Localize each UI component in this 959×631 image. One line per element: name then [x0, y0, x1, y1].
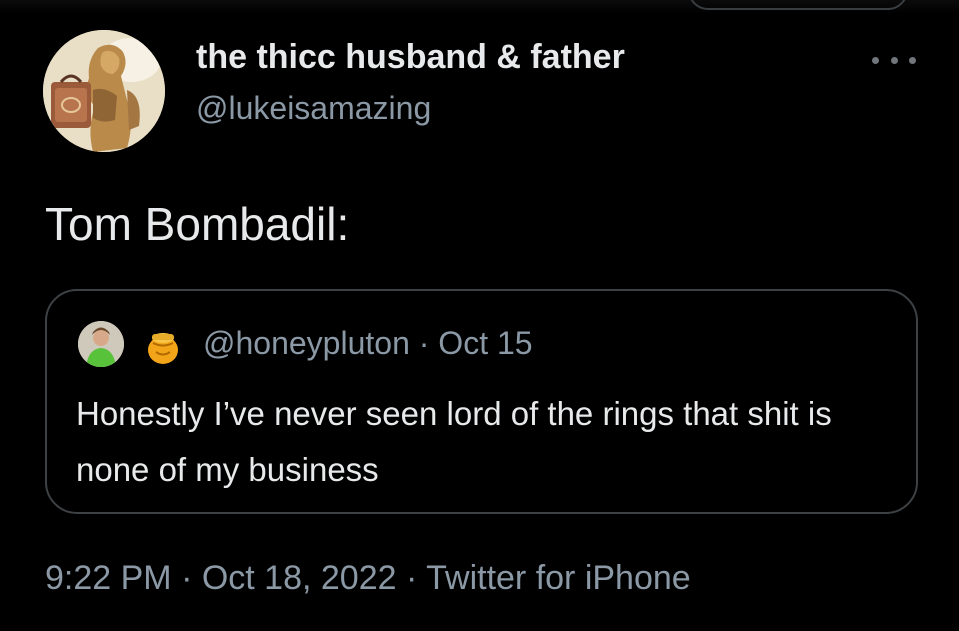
quoted-tweet-text: Honestly I’ve never seen lord of the rin… — [76, 395, 832, 488]
more-dots-icon[interactable] — [872, 46, 916, 74]
quoted-handle[interactable]: @honeypluton — [203, 325, 410, 361]
author-handle[interactable]: @lukeisamazing — [196, 90, 431, 127]
honey-pot-emoji — [143, 326, 183, 366]
quoted-author-avatar[interactable] — [78, 321, 124, 367]
quoted-tweet-card[interactable]: @honeypluton · Oct 15 Honestly I’ve neve… — [45, 289, 918, 514]
quoted-tweet-meta[interactable]: @honeypluton · Oct 15 — [203, 325, 533, 362]
tweet-timestamp[interactable]: 9:22 PM · Oct 18, 2022 · Twitter for iPh… — [45, 559, 691, 598]
author-display-name[interactable]: the thicc husband & father — [196, 38, 625, 77]
tweet-text: Tom Bombadil: — [45, 198, 350, 250]
meta-separator: · — [418, 325, 430, 361]
follow-button[interactable] — [688, 0, 908, 10]
quoted-date[interactable]: Oct 15 — [438, 325, 532, 361]
author-avatar[interactable] — [43, 30, 165, 152]
